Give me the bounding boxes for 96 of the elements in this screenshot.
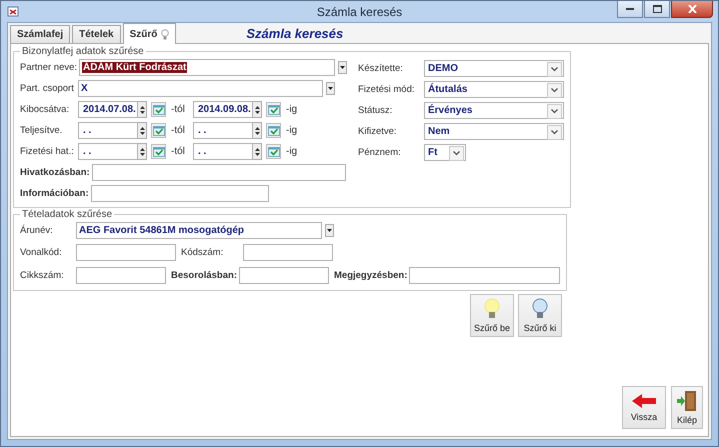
dropdown-button[interactable] xyxy=(325,224,334,237)
filter-button[interactable]: Szűrő be xyxy=(470,294,514,337)
maximize-icon xyxy=(652,5,662,13)
calendar-icon xyxy=(268,146,280,156)
field-label: Teljesítve. xyxy=(20,125,64,136)
tab[interactable]: Tételek xyxy=(72,25,121,43)
minimize-button[interactable] xyxy=(617,1,643,18)
select-field[interactable]: Nem xyxy=(424,123,564,140)
footer-button[interactable]: Vissza xyxy=(622,386,666,429)
light-bulb-icon xyxy=(484,298,500,320)
spin-arrows-icon xyxy=(254,126,260,136)
date-field[interactable]: . . xyxy=(193,122,253,139)
select-field[interactable]: DEMO xyxy=(424,60,564,77)
door-icon xyxy=(676,390,698,412)
spin-arrows-icon xyxy=(140,146,144,156)
field-label: Fizetési hat.: xyxy=(20,146,75,157)
spin-arrows-icon xyxy=(140,104,144,114)
field-label: Árunév: xyxy=(20,225,54,236)
combo-field[interactable]: AEG Favorit 54861M mosogatógép xyxy=(76,222,322,239)
spin-arrows-icon xyxy=(254,104,260,114)
calendar-icon xyxy=(152,126,164,136)
field-label: Fizetési mód: xyxy=(358,84,416,95)
app-icon xyxy=(7,6,21,18)
footer-button[interactable]: Kilép xyxy=(671,386,703,429)
caret-icon xyxy=(328,87,333,90)
input-field[interactable] xyxy=(90,185,269,202)
input-field[interactable] xyxy=(239,267,329,284)
tab[interactable]: Szűrő xyxy=(122,23,176,44)
spin-button[interactable] xyxy=(253,143,262,160)
select-field[interactable]: Érvényes xyxy=(424,102,564,119)
calendar-icon xyxy=(152,146,164,156)
calendar-icon xyxy=(268,104,280,114)
select-field[interactable]: Átutalás xyxy=(424,81,564,98)
range-label: -tól xyxy=(171,104,186,115)
input-field[interactable] xyxy=(92,164,346,181)
field-label: Kódszám: xyxy=(181,247,224,258)
input-field[interactable] xyxy=(76,244,176,261)
input-field[interactable] xyxy=(76,267,166,284)
dropdown-button[interactable] xyxy=(326,82,335,95)
chevron-down-icon xyxy=(551,109,558,114)
group-title: Tételadatok szűrése xyxy=(21,209,114,220)
tab[interactable]: Számlafej xyxy=(10,25,70,43)
range-label: -tól xyxy=(171,125,186,136)
spin-button[interactable] xyxy=(138,101,147,118)
date-field[interactable]: 2014.07.08. xyxy=(78,101,138,118)
field-label: Part. csoport xyxy=(20,83,75,94)
combo-field[interactable]: X xyxy=(78,80,323,97)
filter-button[interactable]: Szűrő ki xyxy=(518,294,562,337)
close-icon xyxy=(688,5,696,13)
field-label: Besorolásban: xyxy=(171,270,237,281)
spin-button[interactable] xyxy=(138,143,147,160)
field-label: Készítette: xyxy=(358,63,404,74)
date-field[interactable]: . . xyxy=(193,143,253,160)
field-label: Partner neve: xyxy=(20,62,78,73)
date-field[interactable]: . . xyxy=(78,143,138,160)
arrow-left-icon xyxy=(631,393,657,409)
date-field[interactable]: . . xyxy=(78,122,138,139)
chevron-down-icon xyxy=(551,88,558,93)
field-label: Cikkszám: xyxy=(20,270,65,281)
caret-icon xyxy=(327,229,332,232)
spin-arrows-icon xyxy=(140,126,144,136)
calendar-icon xyxy=(152,104,164,114)
dropdown-button[interactable] xyxy=(338,61,348,74)
light-bulb-icon xyxy=(532,298,548,320)
date-field[interactable]: 2014.09.08. xyxy=(193,101,253,118)
range-label: -ig xyxy=(286,125,298,136)
maximize-button[interactable] xyxy=(644,1,670,18)
chevron-down-icon xyxy=(551,130,558,135)
chevron-down-icon xyxy=(551,67,558,72)
group-title: Bizonylatfej adatok szűrése xyxy=(21,46,145,57)
spin-button[interactable] xyxy=(253,101,262,118)
minimize-icon xyxy=(626,8,634,10)
combo-field[interactable]: ÁDÁM Kürt Fodrászat xyxy=(79,59,336,76)
calendar-icon xyxy=(268,126,280,136)
close-button[interactable] xyxy=(671,1,713,18)
page-heading: Számla keresés xyxy=(246,26,344,40)
range-label: -tól xyxy=(171,146,186,157)
input-field[interactable] xyxy=(409,267,560,284)
caret-icon xyxy=(340,66,346,69)
input-field[interactable] xyxy=(243,244,333,261)
range-label: -ig xyxy=(286,146,298,157)
spin-button[interactable] xyxy=(253,122,262,139)
spin-arrows-icon xyxy=(254,146,260,156)
window-title: Számla keresés xyxy=(316,4,402,18)
select-field[interactable]: Ft xyxy=(424,144,466,161)
field-label: Megjegyzésben: xyxy=(334,270,408,281)
chevron-down-icon xyxy=(453,151,460,156)
field-label: Vonalkód: xyxy=(20,247,63,258)
field-label: Státusz: xyxy=(358,105,394,116)
field-label: Kibocsátva: xyxy=(20,104,70,115)
range-label: -ig xyxy=(286,104,298,115)
field-label: Kifizetve: xyxy=(358,126,398,137)
field-label: Pénznem: xyxy=(358,147,402,158)
spin-button[interactable] xyxy=(138,122,147,139)
field-label: Hivatkozásban: xyxy=(20,167,90,178)
field-label: Információban: xyxy=(20,188,89,199)
